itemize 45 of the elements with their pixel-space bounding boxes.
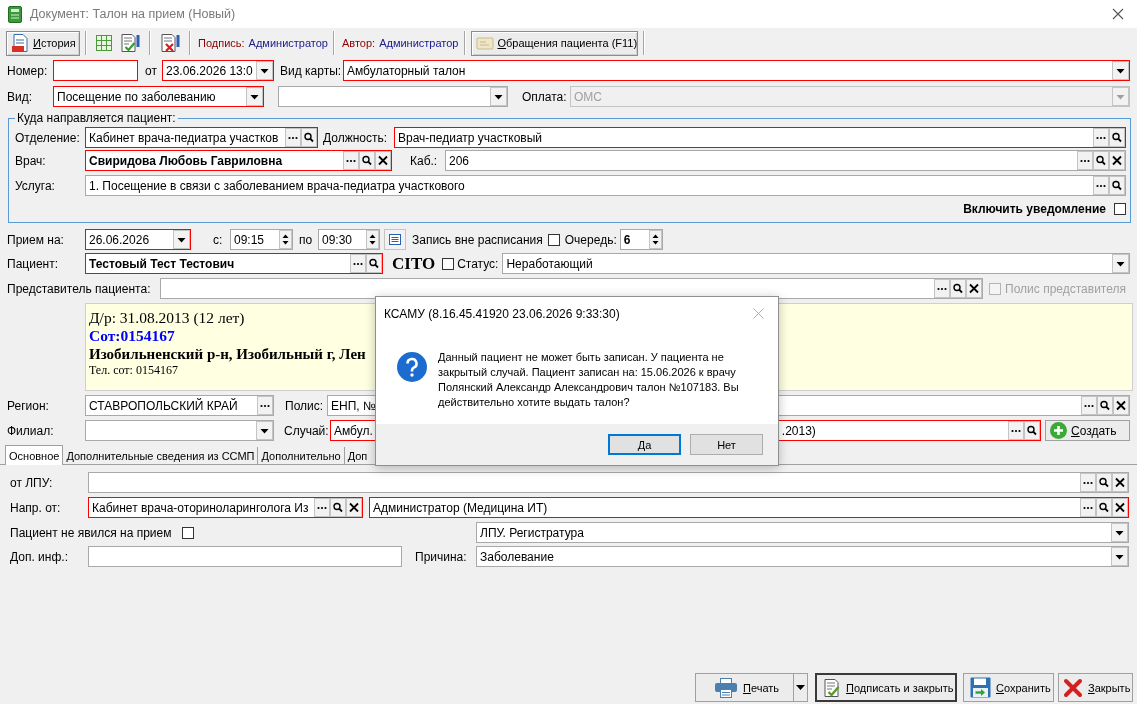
checkbox-label: Полис представителя	[1005, 281, 1126, 296]
field-value: .2013)	[781, 423, 816, 438]
checkbox-label: Включить уведомление	[963, 202, 1106, 216]
signature-label: Подпись:	[198, 37, 245, 49]
dialog-title: КСАМУ (8.16.45.41920 23.06.2026 9:33:30)	[384, 306, 620, 321]
field-label: Доп. инф.:	[10, 549, 69, 564]
field-value: ЕНП, №	[331, 398, 376, 413]
field-label: Случай:	[284, 423, 330, 438]
field-value: Амбул.	[334, 423, 373, 438]
signature-value: Администратор	[248, 37, 328, 49]
field-label: Филиал:	[7, 423, 55, 438]
field-label: Представитель пациента:	[7, 281, 152, 296]
field-label: Прием на:	[7, 232, 65, 247]
field-label: с:	[213, 232, 224, 247]
field-label: Полис:	[285, 398, 325, 413]
author-value: Администратор	[379, 37, 459, 49]
field-label: Оплата:	[522, 89, 568, 104]
author-label: Автор:	[341, 37, 376, 49]
field-label: Должность:	[323, 130, 389, 145]
field-label: Причина:	[415, 549, 468, 564]
field-label: Номер:	[7, 63, 49, 78]
field-label: Очередь:	[564, 232, 617, 247]
info-text: Д/р: 31.08.2013 (12 лет)	[89, 309, 245, 327]
field-label: Отделение:	[15, 130, 81, 145]
field-label: Статус:	[457, 256, 499, 271]
field-label: от ЛПУ:	[10, 475, 54, 490]
field-label: Врач:	[15, 153, 47, 168]
field-label: по	[299, 232, 314, 247]
checkbox-label: CITO	[392, 253, 436, 274]
info-text: Тел. сот: 0154167	[89, 363, 178, 378]
field-label: Вид:	[7, 89, 34, 104]
checkbox-label: Пациент не явился на прием	[10, 525, 172, 540]
field-label: от	[145, 63, 158, 78]
group-title: Куда направляется пациент:	[16, 111, 177, 125]
checkbox-label: Запись вне расписания	[412, 232, 543, 247]
field-label: Услуга:	[15, 178, 56, 193]
field-label: Каб.:	[410, 153, 439, 168]
field-label: Вид карты:	[280, 63, 343, 78]
info-text: Изобильненский р-н, Изобильный г, Лен	[89, 345, 366, 363]
field-label: Регион:	[7, 398, 50, 413]
dialog-message: Данный пациент не может быть записан. У пациента не закрытый случай. Пациент записан на: 15.06.2026 к врачу Полянский Александр Александрович талон №107183. Вы действительно хотите выдать талон?	[438, 350, 740, 410]
window-title: Документ: Талон на прием (Новый)	[30, 7, 236, 21]
field-label: Напр. от:	[10, 500, 62, 515]
info-text: Сот:0154167	[89, 327, 175, 345]
field-label: Пациент:	[7, 256, 59, 271]
